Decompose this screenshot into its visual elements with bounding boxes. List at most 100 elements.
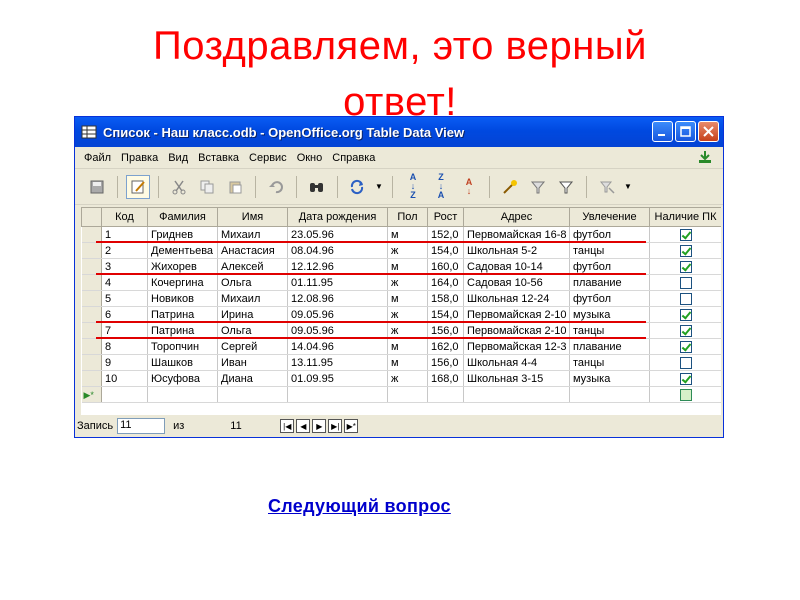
menu-help[interactable]: Справка: [327, 152, 380, 164]
checkbox-checked-icon[interactable]: [679, 324, 692, 337]
column-header[interactable]: Имя: [217, 207, 288, 227]
table-cell[interactable]: музыка: [569, 370, 650, 387]
column-header[interactable]: Рост: [427, 207, 464, 227]
table-cell[interactable]: Новиков: [147, 290, 218, 307]
save-icon[interactable]: [85, 175, 109, 199]
column-header[interactable]: Код: [101, 207, 148, 227]
edit-icon[interactable]: [126, 174, 150, 199]
column-header[interactable]: Пол: [387, 207, 428, 227]
table-cell[interactable]: 158,0: [427, 290, 464, 307]
table-cell[interactable]: 156,0: [427, 354, 464, 371]
table-cell[interactable]: Школьная 4-4: [463, 354, 570, 371]
table-cell[interactable]: 162,0: [427, 338, 464, 355]
maximize-button[interactable]: [675, 121, 696, 142]
refresh-dropdown-icon[interactable]: ▼: [374, 175, 384, 199]
table-row[interactable]: 4 Кочергина Ольга 01.11.95 ж 164,0 Садовая 10-…: [81, 274, 721, 291]
table-cell[interactable]: 5: [101, 290, 148, 307]
first-record-icon[interactable]: |◀: [280, 419, 295, 433]
table-cell[interactable]: Шашков: [147, 354, 218, 371]
table-cell[interactable]: танцы: [569, 354, 650, 371]
table-cell[interactable]: Дементьева: [147, 242, 218, 259]
table-row[interactable]: 2 Дементьева Анастасия 08.04.96 ж 154,0 Школьн…: [81, 242, 721, 259]
column-header[interactable]: Наличие ПК: [649, 207, 721, 227]
table-cell[interactable]: Ольга: [217, 274, 288, 291]
table-cell[interactable]: ж: [387, 242, 428, 259]
table-cell[interactable]: Михаил: [217, 290, 288, 307]
pc-cell[interactable]: [649, 386, 721, 403]
table-cell[interactable]: Школьная 12-24: [463, 290, 570, 307]
next-record-icon[interactable]: ▶: [312, 419, 327, 433]
undo-icon[interactable]: [264, 175, 288, 199]
table-cell[interactable]: Школьная 3-15: [463, 370, 570, 387]
pc-cell[interactable]: [649, 258, 721, 275]
table-cell[interactable]: 01.09.95: [287, 370, 388, 387]
checkbox-checked-icon[interactable]: [679, 340, 692, 353]
table-cell[interactable]: 12.08.96: [287, 290, 388, 307]
table-row[interactable]: 10 Юсуфова Диана 01.09.95 ж 168,0 Школьная 3-1…: [81, 370, 721, 387]
pc-cell[interactable]: [649, 226, 721, 243]
column-header[interactable]: Фамилия: [147, 207, 218, 227]
menu-view[interactable]: Вид: [163, 152, 193, 164]
table-row[interactable]: 8 Торопчин Сергей 14.04.96 м 162,0 Первомайска…: [81, 338, 721, 355]
table-cell[interactable]: [427, 386, 464, 403]
column-header[interactable]: Адрес: [463, 207, 570, 227]
row-header[interactable]: [81, 290, 102, 307]
table-cell[interactable]: Садовая 10-56: [463, 274, 570, 291]
table-row[interactable]: 9 Шашков Иван 13.11.95 м 156,0 Школьная 4-4 тан…: [81, 354, 721, 371]
table-cell[interactable]: футбол: [569, 290, 650, 307]
table-cell[interactable]: 01.11.95: [287, 274, 388, 291]
menu-edit[interactable]: Правка: [116, 152, 163, 164]
table-row[interactable]: 5 Новиков Михаил 12.08.96 м 158,0 Школьная 12-…: [81, 290, 721, 307]
sort-descending-icon[interactable]: Z ↓ A: [429, 173, 453, 200]
table-cell[interactable]: [569, 386, 650, 403]
cut-icon[interactable]: [167, 175, 191, 199]
table-cell[interactable]: [287, 386, 388, 403]
table-cell[interactable]: 08.04.96: [287, 242, 388, 259]
table-cell[interactable]: ж: [387, 274, 428, 291]
table-cell[interactable]: 4: [101, 274, 148, 291]
pc-cell[interactable]: [649, 370, 721, 387]
row-header[interactable]: [81, 338, 102, 355]
close-button[interactable]: [698, 121, 719, 142]
table-cell[interactable]: 14.04.96: [287, 338, 388, 355]
table-cell[interactable]: [147, 386, 218, 403]
table-cell[interactable]: Торопчин: [147, 338, 218, 355]
paste-icon[interactable]: [223, 175, 247, 199]
pc-cell[interactable]: [649, 306, 721, 323]
pc-cell[interactable]: [649, 274, 721, 291]
table-cell[interactable]: 154,0: [427, 242, 464, 259]
table-cell[interactable]: Иван: [217, 354, 288, 371]
filter-icon[interactable]: [554, 175, 578, 199]
sort-ascending-icon[interactable]: A ↓ Z: [401, 173, 425, 200]
table-cell[interactable]: м: [387, 354, 428, 371]
table-cell[interactable]: танцы: [569, 242, 650, 259]
table-cell[interactable]: плавание: [569, 338, 650, 355]
standard-filter-icon[interactable]: [526, 175, 550, 199]
menu-tools[interactable]: Сервис: [244, 152, 292, 164]
table-cell[interactable]: Юсуфова: [147, 370, 218, 387]
table-cell[interactable]: [387, 386, 428, 403]
table-cell[interactable]: Кочергина: [147, 274, 218, 291]
new-record-icon[interactable]: ▶*: [344, 419, 359, 433]
pc-cell[interactable]: [649, 242, 721, 259]
column-header[interactable]: Дата рождения: [287, 207, 388, 227]
record-number-field[interactable]: 11: [117, 418, 166, 434]
table-cell[interactable]: [217, 386, 288, 403]
row-header[interactable]: [81, 274, 102, 291]
table-cell[interactable]: плавание: [569, 274, 650, 291]
sort-icon[interactable]: A ↓: [457, 175, 481, 199]
table-cell[interactable]: ж: [387, 370, 428, 387]
pc-cell[interactable]: [649, 322, 721, 339]
pc-cell[interactable]: [649, 290, 721, 307]
last-record-icon[interactable]: ▶|: [328, 419, 343, 433]
checkbox-checked-icon[interactable]: [679, 228, 692, 241]
checkbox-checked-icon[interactable]: [679, 372, 692, 385]
previous-record-icon[interactable]: ◀: [296, 419, 311, 433]
table-cell[interactable]: Диана: [217, 370, 288, 387]
column-header[interactable]: Увлечение: [569, 207, 650, 227]
title-bar[interactable]: Список - Наш класс.odb - OpenOffice.org …: [75, 117, 723, 147]
table-cell[interactable]: Школьная 5-2: [463, 242, 570, 259]
next-question-link[interactable]: Следующий вопрос: [268, 496, 451, 517]
table-cell[interactable]: 2: [101, 242, 148, 259]
table-cell[interactable]: Анастасия: [217, 242, 288, 259]
